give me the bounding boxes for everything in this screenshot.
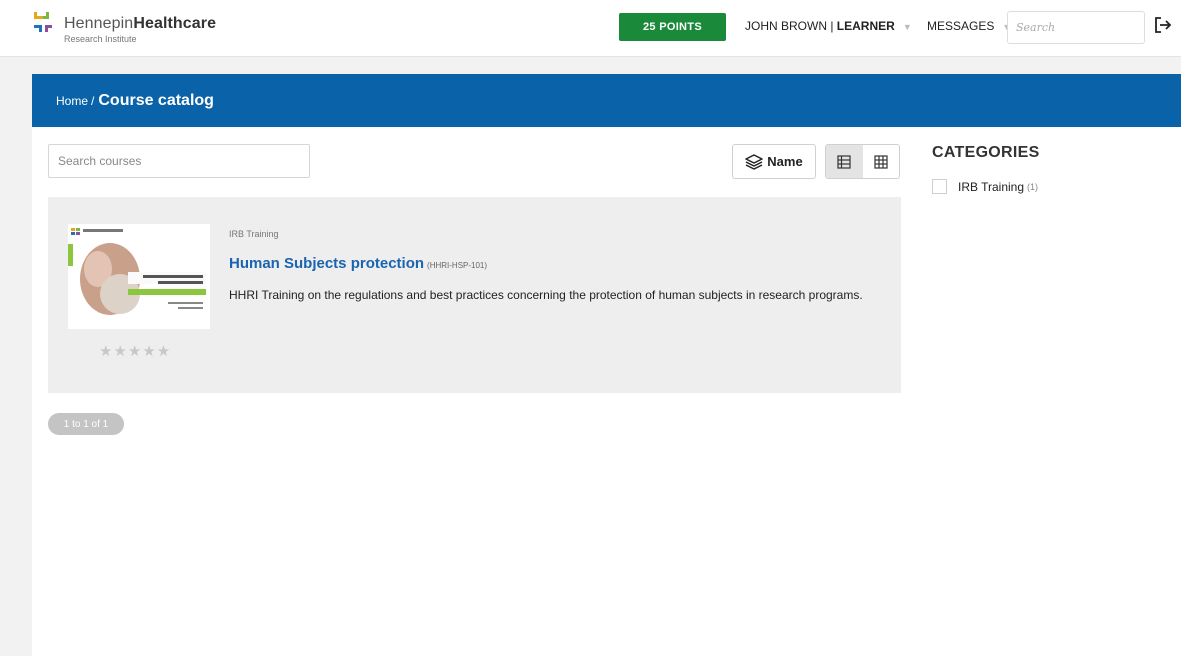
view-toggle-group — [825, 144, 900, 179]
user-name: JOHN BROWN — [745, 19, 827, 33]
logo-subtitle: Research Institute — [64, 34, 137, 44]
course-thumbnail[interactable] — [68, 224, 210, 329]
breadcrumb-separator: / — [91, 93, 95, 108]
page-gutter — [0, 57, 32, 656]
category-label: IRB Training — [958, 179, 1025, 194]
breadcrumb-home-link[interactable]: Home — [56, 94, 88, 108]
category-filter-irb-training[interactable]: IRB Training (1) — [932, 179, 1172, 194]
messages-menu[interactable]: MESSAGES▼ — [927, 19, 1011, 33]
categories-title: CATEGORIES — [932, 144, 1040, 161]
grid-view-button[interactable] — [863, 145, 900, 178]
grid-view-icon — [874, 154, 888, 169]
points-badge[interactable]: 25 POINTS — [619, 13, 726, 41]
course-catalog-panel: Home / Course catalog Name — [32, 74, 1181, 656]
page-title: Course catalog — [98, 91, 214, 109]
user-role: LEARNER — [836, 19, 895, 33]
top-navigation-bar: HennepinHealthcare Research Institute 25… — [0, 0, 1181, 57]
pagination-label: 1 to 1 of 1 — [48, 413, 124, 435]
course-rating[interactable]: ★★★★★ — [99, 342, 171, 360]
course-code: (HHRI-HSP-101) — [427, 261, 488, 270]
search-courses-input[interactable] — [48, 144, 310, 178]
category-count: (1) — [1027, 181, 1039, 192]
logout-icon[interactable] — [1154, 16, 1174, 36]
sort-label: Name — [767, 154, 803, 169]
course-title-link[interactable]: Human Subjects protection — [229, 255, 424, 272]
user-separator: | — [827, 19, 837, 33]
layers-icon — [745, 153, 764, 170]
course-category: IRB Training — [229, 229, 279, 239]
messages-label: MESSAGES — [927, 19, 995, 33]
sort-by-name-button[interactable]: Name — [732, 144, 816, 179]
course-card[interactable]: ★★★★★ IRB Training Human Subjects protec… — [48, 197, 901, 393]
logo-mark-icon — [33, 11, 55, 37]
breadcrumb: Home / Course catalog — [32, 74, 1181, 127]
categories-sidebar: CATEGORIES IRB Training (1) — [932, 144, 1172, 194]
user-menu[interactable]: JOHN BROWN | LEARNER ▼ — [745, 19, 912, 33]
course-description: HHRI Training on the regulations and bes… — [229, 288, 863, 302]
category-checkbox[interactable] — [932, 179, 947, 194]
chevron-down-icon: ▼ — [902, 21, 912, 32]
logo-name: HennepinHealthcare — [64, 15, 217, 32]
list-view-button[interactable] — [826, 145, 863, 178]
list-view-icon — [837, 154, 851, 169]
global-search-input[interactable] — [1007, 11, 1145, 44]
